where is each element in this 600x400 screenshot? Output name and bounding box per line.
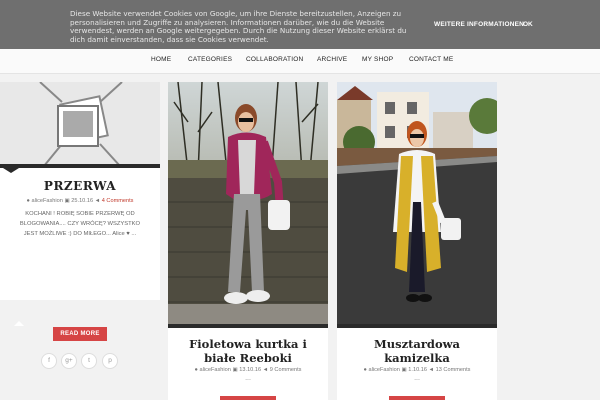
google-plus-icon[interactable]: g+ [61, 353, 77, 369]
sidebar-post-comments[interactable]: 4 Comments [102, 198, 134, 204]
post-comments[interactable]: 9 Comments [270, 367, 302, 373]
post-title[interactable]: Fioletowa kurtka i białe Reeboki [174, 337, 322, 365]
post-divider-bar [168, 324, 328, 328]
nav-item-my-shop[interactable]: MY SHOP [362, 56, 393, 63]
sidebar-read-more-button[interactable]: READ MORE [53, 327, 107, 341]
post-read-more-button[interactable] [220, 396, 276, 400]
calendar-icon: ▣ [401, 367, 407, 373]
post-author[interactable]: aliceFashion [368, 367, 399, 373]
post-meta: ● aliceFashion ▣ 13.10.16 ◄ 9 Comments [174, 367, 322, 373]
main-nav: HOME CATEGORIES COLLABORATION ARCHIVE MY… [0, 49, 600, 74]
image-placeholder-icon [0, 82, 160, 166]
post-card: Fioletowa kurtka i białe Reeboki ● alice… [168, 82, 328, 400]
facebook-icon[interactable]: f [41, 353, 57, 369]
user-icon: ● [26, 198, 30, 204]
sidebar-divider-bar [0, 164, 160, 168]
post-author[interactable]: aliceFashion [199, 367, 230, 373]
comment-icon: ◄ [428, 367, 435, 373]
post-meta: ● aliceFashion ▣ 1.10.16 ◄ 13 Comments [343, 367, 491, 373]
sidebar-post-title[interactable]: PRZERWA [0, 179, 160, 193]
sidebar-post-image[interactable] [0, 82, 160, 166]
calendar-icon: ▣ [64, 198, 70, 204]
cookie-banner: Diese Website verwendet Cookies von Goog… [0, 0, 600, 49]
post-excerpt: ... [245, 375, 251, 382]
scroll-top-icon[interactable] [14, 321, 24, 326]
user-icon: ● [363, 367, 367, 373]
post-image[interactable] [168, 82, 328, 324]
pinterest-icon[interactable]: p [102, 353, 118, 369]
sidebar-post-date: 25.10.16 [71, 198, 94, 204]
post-comments[interactable]: 13 Comments [436, 367, 471, 373]
comment-icon: ◄ [262, 367, 269, 373]
post-image[interactable] [337, 82, 497, 324]
user-icon: ● [194, 367, 198, 373]
nav-item-home[interactable]: HOME [151, 56, 171, 63]
nav-item-collaboration[interactable]: COLLABORATION [246, 56, 303, 63]
post-excerpt: ... [414, 375, 420, 382]
sidebar-notch [3, 168, 19, 173]
sidebar-post-card: PRZERWA ● aliceFashion ▣ 25.10.16 ◄ 4 Co… [0, 82, 160, 369]
calendar-icon: ▣ [232, 367, 238, 373]
cookie-more-info-link[interactable]: WEITERE INFORMATIONEN [434, 21, 524, 28]
post-divider-bar [337, 324, 497, 328]
sidebar-post-author[interactable]: aliceFashion [31, 198, 62, 204]
post-title[interactable]: Musztardowa kamizelka [343, 337, 491, 365]
twitter-icon[interactable]: t [81, 353, 97, 369]
post-date: 1.10.16 [408, 367, 427, 373]
nav-item-contact[interactable]: CONTACT ME [409, 56, 453, 63]
post-read-more-button[interactable] [389, 396, 445, 400]
sidebar-post-meta: ● aliceFashion ▣ 25.10.16 ◄ 4 Comments [18, 198, 142, 204]
nav-item-archive[interactable]: ARCHIVE [317, 56, 347, 63]
post-card: Musztardowa kamizelka ● aliceFashion ▣ 1… [337, 82, 497, 400]
comment-icon: ◄ [94, 198, 101, 204]
sidebar-post-excerpt: KOCHANI ! ROBIĘ SOBIE PRZERWĘ OD BLOGOWA… [19, 211, 141, 237]
nav-item-categories[interactable]: CATEGORIES [188, 56, 232, 63]
cookie-ok-button[interactable]: OK [523, 21, 533, 28]
cookie-text: Diese Website verwendet Cookies von Goog… [70, 9, 407, 44]
post-date: 13.10.16 [239, 367, 262, 373]
